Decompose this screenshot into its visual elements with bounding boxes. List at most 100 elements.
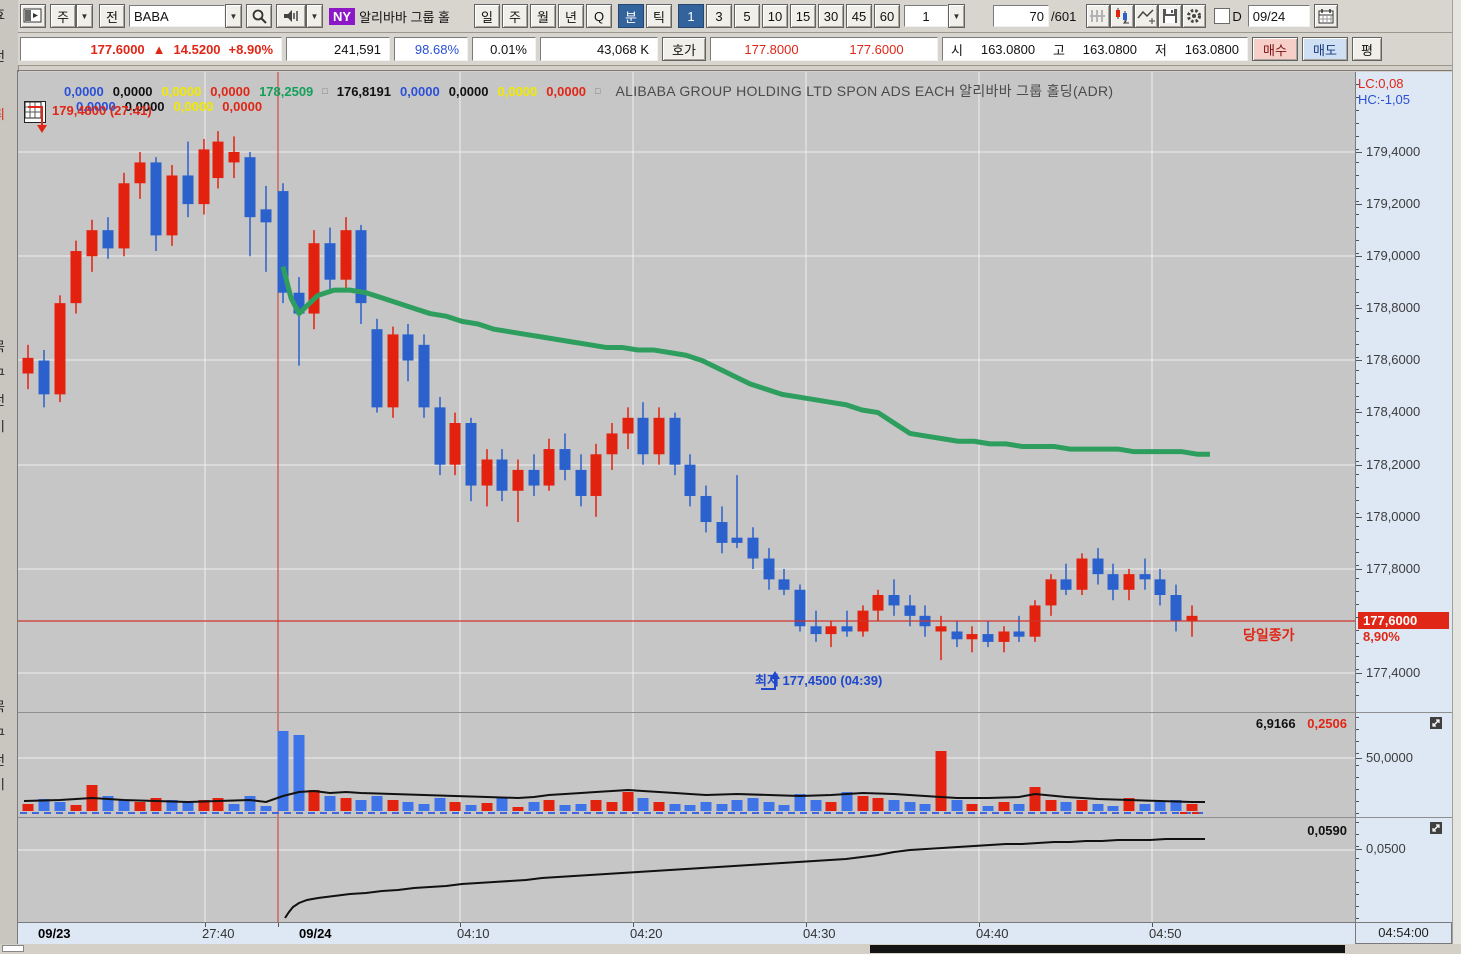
axis-major-tick	[1356, 465, 1362, 466]
volume-bar	[747, 798, 759, 811]
hoga-field: 177.8000 177.6000	[710, 37, 938, 61]
period-button[interactable]: 년	[558, 4, 585, 28]
period-button[interactable]: 주	[502, 4, 529, 28]
candle	[496, 459, 508, 491]
date-value: 09/24	[1252, 8, 1286, 24]
candle	[150, 162, 162, 236]
chart-period-button[interactable]: 주	[50, 4, 76, 28]
bar-count-input[interactable]: 70	[993, 5, 1050, 27]
minute-button[interactable]: 10	[762, 4, 789, 28]
minute-button[interactable]: 15	[790, 4, 817, 28]
price-chart-canvas[interactable]: 0,0000 0,0000 0,0000 0,0000 178,2509 □ 176,819…	[18, 72, 1355, 712]
clipped-tab-label: 선	[0, 46, 15, 65]
d-checkbox[interactable]	[1214, 8, 1231, 24]
clipped-tab-label: 선	[0, 390, 15, 409]
axis-minor-tick	[1356, 526, 1359, 527]
volume-bar	[1092, 804, 1104, 811]
volume-bar	[606, 802, 618, 811]
calendar-icon[interactable]	[1313, 4, 1338, 28]
line-tool-icon[interactable]	[1134, 4, 1159, 28]
candle	[637, 417, 649, 455]
minute-button-group: 1 3 5 10 15 30 45 60	[678, 4, 901, 28]
hc-value: HC:-1,05	[1358, 92, 1411, 107]
mode-button[interactable]: 틱	[646, 4, 673, 28]
minute-button[interactable]: 3	[706, 4, 733, 28]
candle	[1107, 574, 1119, 590]
exchange-badge: NY	[329, 7, 356, 25]
sound-icon[interactable]	[276, 4, 306, 28]
sound-dropdown[interactable]: ▼	[306, 4, 323, 28]
symbol-input[interactable]: BABA	[129, 5, 225, 27]
indicator-value: 178,2509	[259, 83, 314, 99]
volume-bar	[54, 802, 66, 811]
candle	[512, 469, 524, 491]
interval-input[interactable]: 1	[904, 5, 949, 27]
volume-bar	[857, 796, 869, 811]
main-toolbar: 주 ▼ 전 BABA ▼ ▼ NY 알리바바 그룹 홀 일주월년Q 분틱 135…	[18, 0, 1461, 33]
avg-button[interactable]: 평	[1352, 37, 1382, 61]
prev-button[interactable]: 전	[99, 4, 125, 28]
axis-minor-tick	[1356, 630, 1359, 631]
period-button[interactable]: 일	[474, 4, 501, 28]
candle	[951, 631, 963, 640]
candle	[244, 157, 256, 218]
symbol-dropdown[interactable]: ▼	[225, 4, 242, 28]
price-axis-label: 178,4000	[1366, 404, 1421, 419]
volume-bar	[118, 800, 130, 811]
indicator-value: □	[322, 86, 328, 96]
axis-major-tick	[1356, 849, 1362, 850]
volume-axis-label: 50,0000	[1366, 750, 1413, 765]
minute-button[interactable]: 30	[818, 4, 845, 28]
candle-wick	[265, 185, 267, 272]
indicator-panel[interactable]: 0,0590	[18, 817, 1355, 923]
date-input[interactable]: 09/24	[1247, 5, 1310, 27]
save-icon[interactable]	[1158, 4, 1183, 28]
volume-bar	[1154, 802, 1166, 811]
axis-minor-tick	[1356, 474, 1359, 475]
axis-minor-tick	[1356, 669, 1359, 670]
candle-tool-icon[interactable]	[1110, 4, 1135, 28]
candle	[575, 469, 587, 496]
indicator-axis[interactable]: 0,0500	[1355, 817, 1452, 922]
candle	[182, 175, 194, 205]
volume-axis[interactable]: 50,0000	[1355, 712, 1452, 817]
axis-minor-tick	[1356, 765, 1359, 766]
time-axis-label: 04:10	[457, 926, 490, 941]
minute-button[interactable]: 1	[678, 4, 705, 28]
time-axis[interactable]: 09/23 27:40 09/24 04:10 04:20 04:30 04:40 04:50	[18, 922, 1355, 944]
volume-bar	[293, 735, 305, 811]
price-axis-label: 177,4000	[1366, 665, 1421, 680]
minute-button[interactable]: 60	[874, 4, 901, 28]
expand-icon[interactable]	[1430, 822, 1442, 834]
change-percent: +8.90%	[228, 41, 273, 57]
period-button[interactable]: Q	[586, 4, 613, 28]
price-field: 177.6000 ▲ 14.5200 +8.90%	[20, 37, 282, 61]
minute-button[interactable]: 5	[734, 4, 761, 28]
gear-icon[interactable]	[1182, 4, 1207, 28]
expand-icon[interactable]	[1430, 717, 1442, 729]
indicator-value: 0,0000	[112, 83, 153, 99]
period-button[interactable]: 월	[530, 4, 557, 28]
volume-bar	[904, 802, 916, 811]
sell-button[interactable]: 매도	[1302, 37, 1348, 61]
search-icon[interactable]	[246, 4, 272, 28]
change-value: 14.5200	[173, 41, 221, 57]
volume-bar	[778, 805, 790, 811]
volume-bar	[763, 802, 775, 811]
chart-period-dropdown[interactable]: ▼	[76, 4, 93, 28]
volume-bar	[355, 800, 367, 811]
axis-minor-tick	[1356, 753, 1359, 754]
interval-dropdown[interactable]: ▼	[948, 4, 966, 28]
volume-panel[interactable]: 6,9166 0,2506	[18, 712, 1355, 818]
grid-tool-icon[interactable]	[1086, 4, 1111, 28]
candle	[684, 464, 696, 496]
axis-minor-tick	[1356, 318, 1359, 319]
volume-bar	[402, 802, 414, 811]
mode-button[interactable]: 분	[618, 4, 645, 28]
volume-bar	[465, 805, 477, 811]
price-axis[interactable]: LC:0,08 HC:-1,05 177,6000 8,90% 179,4000…	[1355, 72, 1452, 712]
minute-button[interactable]: 45	[846, 4, 873, 28]
buy-button[interactable]: 매수	[1252, 37, 1298, 61]
axis-minor-tick	[1356, 279, 1359, 280]
layout-icon[interactable]	[20, 4, 46, 28]
